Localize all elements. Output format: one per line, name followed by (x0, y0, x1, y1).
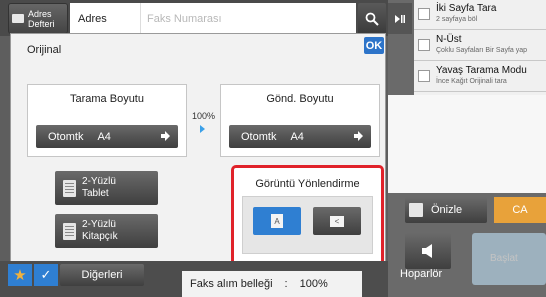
preview-icon (409, 203, 423, 217)
send-size-mode: Otomtk (241, 130, 277, 143)
duplex-booklet-label: 2-Yüzlü Kitapçık (82, 219, 118, 242)
others-button[interactable]: Diğerleri (60, 264, 144, 286)
start-button[interactable]: Başlat (472, 233, 546, 285)
list-item[interactable]: Yavaş Tarama Modu İnce Kağıt Orijinali t… (414, 62, 546, 92)
landscape-orientation-button[interactable]: < (313, 207, 361, 235)
checkbox[interactable] (418, 8, 430, 20)
dialog-title: Orijinal (27, 44, 62, 56)
list-item-subtitle: Çoklu Sayfaları Bir Sayfa yap (436, 47, 528, 54)
list-item-title: İki Sayfa Tara (436, 3, 497, 14)
duplex-tablet-label: 2-Yüzlü Tablet (82, 176, 116, 199)
portrait-orientation-button[interactable]: A (253, 207, 301, 235)
scan-size-title: Tarama Boyutu (70, 93, 144, 105)
orientation-options: A < (242, 196, 373, 254)
play-pause-icon (395, 14, 405, 23)
start-label: Başlat (490, 253, 518, 264)
search-button[interactable] (358, 3, 386, 34)
image-orientation-title: Görüntü Yönlendirme (255, 178, 360, 190)
book-icon (12, 14, 24, 23)
list-item-title: N-Üst (436, 34, 462, 45)
search-icon (365, 12, 379, 26)
address-book-label: Adres Defteri (28, 8, 55, 29)
speaker-icon (422, 244, 432, 258)
fax-number-input[interactable] (140, 3, 356, 34)
arrow-right-icon (161, 131, 170, 141)
list-item-title: Yavaş Tarama Modu (436, 65, 527, 76)
portrait-page-icon: A (271, 214, 283, 228)
landscape-page-icon: < (330, 215, 344, 227)
check-icon[interactable]: ✓ (34, 264, 58, 286)
preview-button[interactable]: Önizle (405, 197, 487, 223)
fax-memory-separator: : (284, 278, 288, 290)
speaker-button[interactable] (405, 233, 451, 269)
list-item[interactable]: N-Üst Çoklu Sayfaları Bir Sayfa yap (414, 31, 546, 61)
scan-size-panel: Tarama Boyutu Otomtk A4 (27, 84, 187, 157)
right-panel: İki Sayfa Tara 2 sayfaya böl N-Üst Çoklu… (388, 0, 546, 297)
speaker-label: Hoparlör (400, 268, 443, 280)
scale-ratio: 100% (192, 111, 216, 121)
fax-memory-value: 100% (299, 278, 328, 290)
send-size-title: Gönd. Boyutu (266, 93, 334, 105)
scan-size-mode: Otomtk (48, 130, 84, 143)
duplex-tablet-button[interactable]: 2-Yüzlü Tablet (55, 171, 158, 205)
document-icon (63, 179, 76, 197)
arrow-right-icon (354, 131, 363, 141)
duplex-booklet-button[interactable]: 2-Yüzlü Kitapçık (55, 214, 158, 248)
ok-button[interactable]: OK (364, 37, 384, 54)
booklet-icon (63, 222, 76, 240)
favorite-star-icon[interactable]: ★ (8, 264, 32, 286)
image-orientation-panel: Görüntü Yönlendirme A < (231, 165, 384, 270)
send-size-value: A4 (290, 130, 304, 143)
arrow-right-icon (200, 125, 205, 133)
right-panel-blank (388, 95, 546, 193)
original-settings-dialog: Orijinal OK Tarama Boyutu Otomtk A4 100%… (10, 33, 386, 271)
checkbox[interactable] (418, 70, 430, 82)
send-size-panel: Gönd. Boyutu Otomtk A4 (220, 84, 380, 157)
list-item-subtitle: 2 sayfaya böl (436, 16, 478, 23)
fax-memory-status: Faks alım belleği : 100% (182, 271, 362, 297)
preview-label: Önizle (431, 204, 463, 216)
clear-all-button[interactable]: CA (494, 197, 546, 223)
expand-panel-button[interactable] (388, 3, 412, 34)
address-book-button[interactable]: Adres Defteri (8, 3, 68, 34)
list-item[interactable]: İki Sayfa Tara 2 sayfaya böl (414, 0, 546, 30)
fax-memory-label: Faks alım belleği (190, 278, 273, 290)
scan-size-button[interactable]: Otomtk A4 (36, 125, 178, 148)
checkbox[interactable] (418, 39, 430, 51)
scan-size-value: A4 (97, 130, 111, 143)
shortcut-list: İki Sayfa Tara 2 sayfaya böl N-Üst Çoklu… (414, 0, 546, 95)
send-size-button[interactable]: Otomtk A4 (229, 125, 371, 148)
address-label: Adres (70, 3, 140, 34)
list-item-subtitle: İnce Kağıt Orijinali tara (436, 78, 507, 85)
